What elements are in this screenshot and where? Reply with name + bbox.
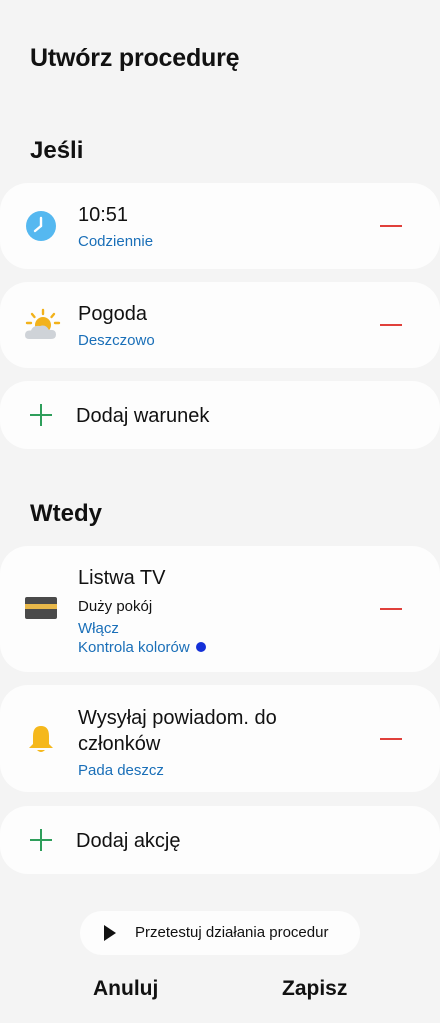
bell-icon bbox=[25, 723, 57, 755]
condition-title: Pogoda bbox=[78, 303, 147, 325]
remove-action-button[interactable] bbox=[380, 608, 402, 610]
clock-icon bbox=[24, 209, 58, 243]
remove-condition-button[interactable] bbox=[380, 225, 402, 227]
remove-action-button[interactable] bbox=[380, 738, 402, 740]
add-condition-label: Dodaj warunek bbox=[76, 405, 210, 427]
save-button[interactable]: Zapisz bbox=[282, 977, 347, 1001]
plus-icon bbox=[30, 404, 52, 426]
add-action-button[interactable]: Dodaj akcję bbox=[0, 806, 440, 874]
play-icon bbox=[104, 925, 116, 941]
condition-subtitle: Deszczowo bbox=[78, 332, 155, 349]
add-action-label: Dodaj akcję bbox=[76, 830, 181, 852]
page-title: Utwórz procedurę bbox=[30, 44, 240, 72]
action-title-line1: Wysyłaj powiadom. do bbox=[78, 707, 277, 729]
condition-card-time[interactable]: 10:51 Codziennie bbox=[0, 183, 440, 269]
action-card-tv-strip[interactable]: Listwa TV Duży pokój Włącz Kontrola kolo… bbox=[0, 546, 440, 672]
action-title: Listwa TV bbox=[78, 567, 166, 589]
action-card-notification[interactable]: Wysyłaj powiadom. do członków Pada deszc… bbox=[0, 685, 440, 792]
action-detail-row: Kontrola kolorów bbox=[78, 638, 206, 657]
section-title-then: Wtedy bbox=[30, 500, 102, 527]
action-detail: Kontrola kolorów bbox=[78, 639, 190, 656]
plus-icon bbox=[30, 829, 52, 851]
cancel-button[interactable]: Anuluj bbox=[93, 977, 158, 1001]
remove-condition-button[interactable] bbox=[380, 324, 402, 326]
condition-title: 10:51 bbox=[78, 204, 129, 226]
condition-subtitle: Codziennie bbox=[78, 233, 154, 250]
tv-strip-icon bbox=[25, 596, 57, 620]
test-routine-label: Przetestuj działania procedur bbox=[135, 924, 329, 941]
condition-card-weather[interactable]: Pogoda Deszczowo bbox=[0, 282, 440, 368]
add-condition-button[interactable]: Dodaj warunek bbox=[0, 381, 440, 449]
action-command: Włącz bbox=[78, 620, 119, 637]
weather-icon bbox=[23, 308, 61, 344]
action-subtitle: Pada deszcz bbox=[78, 762, 164, 779]
color-dot-icon bbox=[195, 642, 206, 652]
action-title-line2: członków bbox=[78, 733, 161, 755]
action-room: Duży pokój bbox=[78, 598, 153, 615]
test-routine-button[interactable]: Przetestuj działania procedur bbox=[80, 911, 360, 955]
section-title-if: Jeśli bbox=[30, 137, 84, 164]
